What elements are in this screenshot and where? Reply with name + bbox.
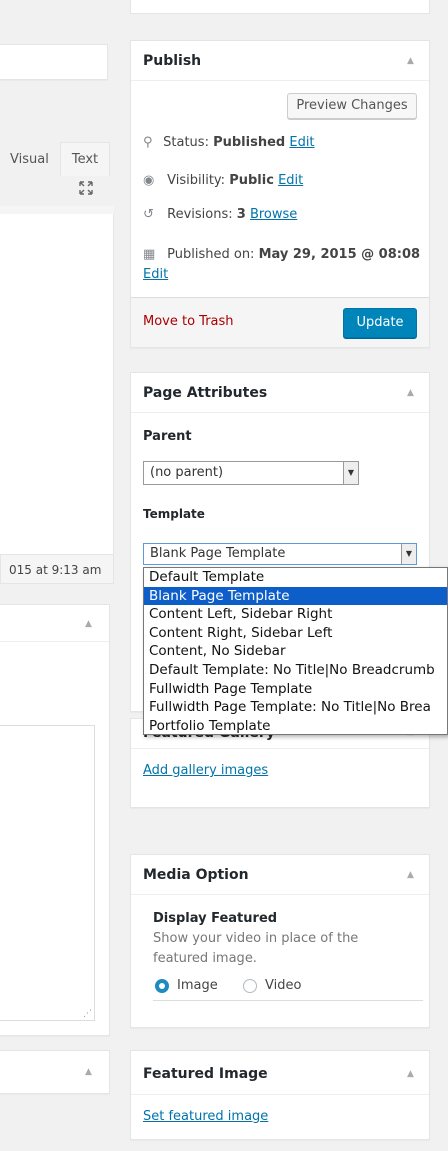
status-row: ⚲ Status: Published Edit xyxy=(143,135,423,155)
template-option[interactable]: Content Right, Sidebar Left xyxy=(144,624,447,643)
display-featured-description: Show your video in place of the featured… xyxy=(153,931,359,966)
published-value: May 29, 2015 @ 08:08 xyxy=(258,247,421,262)
visibility-label: Visibility: xyxy=(167,173,226,188)
published-on-row: ▦ Published on: May 29, 2015 @ 08:08 Edi… xyxy=(143,245,423,285)
radio-video-label: Video xyxy=(265,978,302,993)
collapse-toggle-icon[interactable]: ▲ xyxy=(407,1069,414,1079)
left-metabox: ▲ ⋰ xyxy=(0,604,110,1036)
radio-image-label: Image xyxy=(177,978,218,993)
visibility-row: ◉ Visibility: Public Edit xyxy=(143,173,423,193)
calendar-icon: ▦ xyxy=(143,247,156,262)
editor-content-area[interactable] xyxy=(0,214,114,554)
preview-changes-button[interactable]: Preview Changes xyxy=(287,93,417,119)
collapse-toggle-icon[interactable]: ▲ xyxy=(407,388,414,398)
revisions-label: Revisions: xyxy=(167,207,233,222)
set-featured-image-link[interactable]: Set featured image xyxy=(143,1109,268,1124)
template-option[interactable]: Default Template: No Title|No Breadcrumb xyxy=(144,661,447,680)
display-featured-title: Display Featured xyxy=(153,911,278,926)
chevron-down-icon: ▼ xyxy=(343,462,358,484)
history-icon: ↺ xyxy=(143,207,154,222)
left-metabox-2: ▲ xyxy=(0,1050,110,1094)
template-select-value: Blank Page Template xyxy=(150,546,286,561)
page-attributes-title: Page Attributes xyxy=(143,385,268,401)
template-option[interactable]: Content, No Sidebar xyxy=(144,642,447,661)
update-button[interactable]: Update xyxy=(343,308,417,338)
chevron-down-icon: ▼ xyxy=(401,544,416,564)
top-strip xyxy=(130,0,430,14)
template-option[interactable]: Fullwidth Page Template xyxy=(144,680,447,699)
tab-text[interactable]: Text xyxy=(60,142,110,176)
last-edited-status: 015 at 9:13 am xyxy=(0,554,114,584)
collapse-toggle-icon[interactable]: ▲ xyxy=(407,56,414,66)
template-option[interactable]: Default Template xyxy=(144,568,447,587)
parent-select-value: (no parent) xyxy=(150,465,224,480)
visibility-value: Public xyxy=(229,173,274,188)
metabox-textarea[interactable] xyxy=(0,725,95,1021)
status-edit-link[interactable]: Edit xyxy=(289,135,314,150)
fullscreen-icon[interactable] xyxy=(78,180,94,196)
radio-image[interactable] xyxy=(155,979,169,993)
featured-image-title: Featured Image xyxy=(143,1066,268,1082)
move-to-trash-link[interactable]: Move to Trash xyxy=(143,314,234,329)
visibility-edit-link[interactable]: Edit xyxy=(278,173,303,188)
published-edit-link[interactable]: Edit xyxy=(143,267,168,282)
collapse-toggle-icon[interactable]: ▲ xyxy=(407,870,414,880)
revisions-row: ↺ Revisions: 3 Browse xyxy=(143,207,423,227)
eye-icon: ◉ xyxy=(143,173,155,188)
template-option[interactable]: Fullwidth Page Template: No Title|No Bre… xyxy=(144,698,447,717)
add-gallery-images-link[interactable]: Add gallery images xyxy=(143,763,268,778)
media-option-box: Media Option ▲ Display Featured Show you… xyxy=(130,854,430,1028)
publish-header: Publish ▲ xyxy=(131,41,429,81)
status-label: Status: xyxy=(163,135,209,150)
media-option-header: Media Option ▲ xyxy=(131,855,429,895)
page-attributes-header: Page Attributes ▲ xyxy=(131,373,429,413)
pin-icon: ⚲ xyxy=(143,135,153,150)
publish-actions: Move to Trash Update xyxy=(131,297,429,347)
collapse-toggle-icon[interactable]: ▲ xyxy=(85,1067,92,1077)
featured-image-box: Featured Image ▲ Set featured image xyxy=(130,1050,430,1140)
template-label: Template xyxy=(143,507,205,521)
featured-image-header: Featured Image ▲ xyxy=(131,1051,429,1095)
status-value: Published xyxy=(213,135,286,150)
media-radio-group: Image Video xyxy=(153,975,423,1001)
parent-label: Parent xyxy=(143,429,192,444)
collapse-toggle-icon[interactable]: ▲ xyxy=(85,619,92,629)
published-label: Published on: xyxy=(167,247,255,262)
media-option-title: Media Option xyxy=(143,867,249,883)
template-option-selected[interactable]: Blank Page Template xyxy=(144,586,447,606)
revisions-value: 3 xyxy=(236,207,246,222)
template-dropdown-list[interactable]: Default Template Blank Page Template Con… xyxy=(143,567,448,735)
title-input[interactable] xyxy=(0,44,108,80)
publish-title: Publish xyxy=(143,53,202,69)
tab-visual[interactable]: Visual xyxy=(0,144,58,176)
template-select[interactable]: Blank Page Template ▼ xyxy=(143,543,417,565)
template-option[interactable]: Portfolio Template xyxy=(144,717,447,734)
publish-box: Publish ▲ Preview Changes ⚲ Status: Publ… xyxy=(130,40,430,348)
template-option[interactable]: Content Left, Sidebar Right xyxy=(144,605,447,624)
resize-handle-icon[interactable]: ⋰ xyxy=(83,1009,92,1019)
revisions-browse-link[interactable]: Browse xyxy=(250,207,297,222)
radio-video[interactable] xyxy=(243,979,257,993)
parent-select[interactable]: (no parent) ▼ xyxy=(143,461,359,485)
